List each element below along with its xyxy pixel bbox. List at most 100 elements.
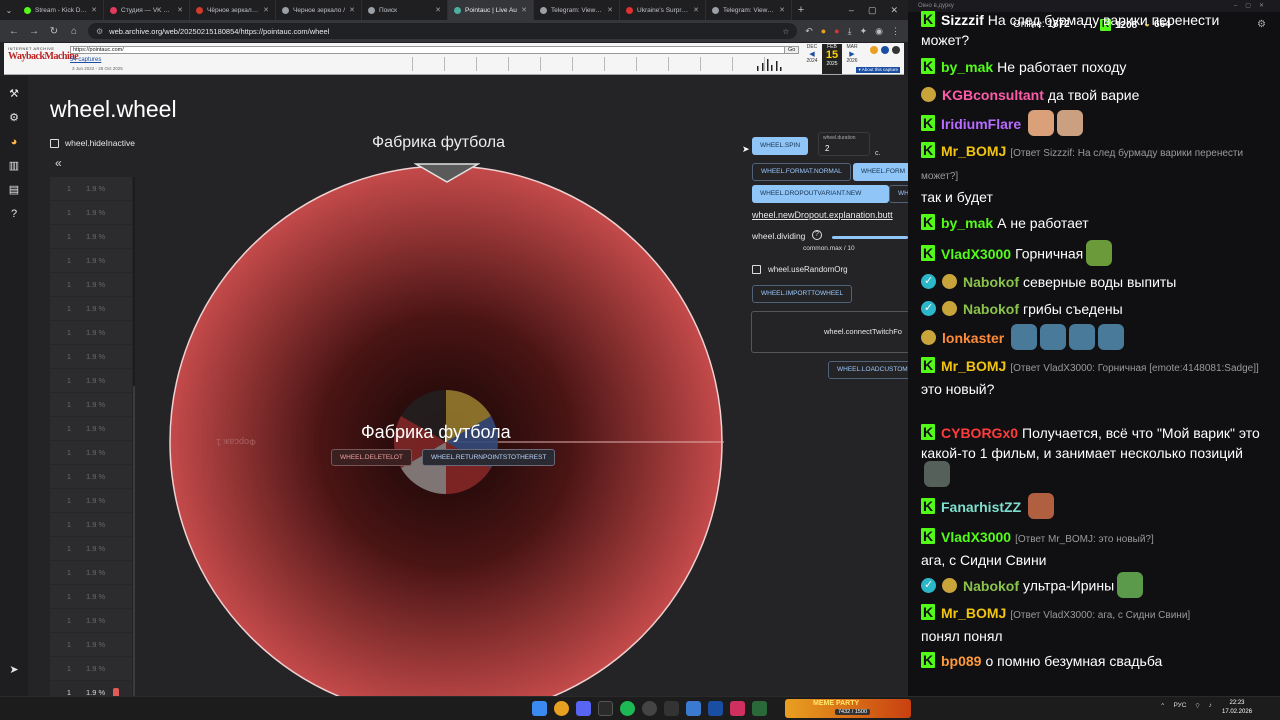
lot-row[interactable]: 1 1.9 % bbox=[50, 249, 132, 273]
extension-icon[interactable]: ● bbox=[821, 26, 826, 37]
telegram-icon[interactable]: ➤ bbox=[7, 662, 21, 678]
chat-username[interactable]: VladX3000 bbox=[941, 246, 1011, 262]
start-windows-icon[interactable] bbox=[532, 701, 547, 716]
forward-icon[interactable]: → bbox=[28, 26, 40, 37]
terminal-icon[interactable] bbox=[664, 701, 679, 716]
tab-close-icon[interactable]: ✕ bbox=[607, 6, 613, 14]
lot-row[interactable]: 1 1.9 % bbox=[50, 681, 132, 696]
meme-party-widget[interactable]: MEME PARTY 7432 / 1500 bbox=[785, 699, 911, 718]
chat-username[interactable]: Nabokof bbox=[963, 578, 1019, 594]
chat-username[interactable]: FanarhistZZ bbox=[941, 499, 1021, 515]
lot-row[interactable]: 1 1.9 % bbox=[50, 561, 132, 585]
chat-username[interactable]: bp089 bbox=[941, 653, 981, 669]
language-indicator[interactable]: РУС bbox=[1173, 702, 1186, 709]
browser-tab[interactable]: Pointauc | Live Au ✕ bbox=[448, 0, 534, 20]
random-org-toggle[interactable]: wheel.useRandomOrg bbox=[752, 265, 848, 274]
spin-button[interactable]: WHEEL.SPIN bbox=[752, 137, 809, 155]
lots-scrollbar[interactable] bbox=[133, 386, 135, 696]
return-points-button[interactable]: WHEEL.RETURNPOINTSTOTHEREST bbox=[422, 449, 556, 466]
tab-close-icon[interactable]: ✕ bbox=[349, 6, 355, 14]
profile-icon[interactable]: ◉ bbox=[875, 26, 883, 37]
menu-icon[interactable]: ⋮ bbox=[891, 26, 900, 37]
download-icon[interactable]: ⤓ bbox=[848, 26, 852, 37]
cal-prev-year[interactable]: 2024 bbox=[806, 58, 817, 64]
chat-username[interactable]: Nabokof bbox=[963, 301, 1019, 317]
address-bar[interactable]: ⚙ web.archive.org/web/20250215180854/htt… bbox=[88, 23, 798, 39]
bookmark-star-icon[interactable]: ☆ bbox=[782, 27, 789, 36]
wayback-logo[interactable]: INTERNET ARCHIVE WaybackMachine bbox=[8, 46, 79, 70]
chat-username[interactable]: lonkaster bbox=[942, 330, 1004, 346]
twitch-connect-box[interactable]: wheel.connectTwitchFo bbox=[751, 311, 908, 353]
settings-gear-icon[interactable]: ⚙ bbox=[7, 110, 21, 126]
random-org-checkbox[interactable] bbox=[752, 265, 761, 274]
app-icon-blue[interactable] bbox=[686, 701, 701, 716]
hide-inactive-checkbox[interactable] bbox=[50, 138, 59, 148]
format-other-button[interactable]: WHEEL.FORM bbox=[853, 163, 908, 181]
obs-icon[interactable] bbox=[642, 701, 657, 716]
auction-hammer-icon[interactable]: ⚒ bbox=[7, 86, 21, 102]
tab-close-icon[interactable]: ✕ bbox=[91, 6, 97, 14]
tray-chevron-icon[interactable]: ⌃ bbox=[1160, 702, 1165, 710]
lot-row[interactable]: 1 1.9 % bbox=[50, 465, 132, 489]
wayback-help-icon[interactable] bbox=[881, 46, 889, 54]
chat-username[interactable]: IridiumFlare bbox=[941, 116, 1021, 132]
chat-username[interactable]: VladX3000 bbox=[941, 529, 1011, 545]
chat-username[interactable]: Sizzzif bbox=[941, 12, 984, 28]
lot-row[interactable]: 1 1.9 % bbox=[50, 201, 132, 225]
dropout-other-button[interactable]: WH bbox=[889, 185, 908, 203]
spotify-icon[interactable] bbox=[620, 701, 635, 716]
lot-row[interactable]: 1 1.9 % bbox=[50, 177, 132, 201]
dividing-slider[interactable] bbox=[832, 236, 908, 239]
volume-icon[interactable]: ♪ bbox=[1209, 702, 1212, 709]
cal-prev-arrow-icon[interactable]: ◀ bbox=[809, 50, 814, 58]
wayback-url-input[interactable]: https://pointauc.com/ bbox=[70, 46, 798, 54]
reload-icon[interactable]: ↻ bbox=[48, 26, 60, 37]
wheel-nav-icon[interactable]: ◕ bbox=[7, 134, 21, 150]
dividing-help-icon[interactable]: ? bbox=[812, 230, 822, 240]
home-icon[interactable]: ⌂ bbox=[68, 26, 80, 37]
cal-next-arrow-icon[interactable]: ▶ bbox=[849, 50, 854, 58]
duration-value[interactable]: 2 bbox=[825, 144, 829, 153]
tab-close-icon[interactable]: ✕ bbox=[521, 6, 527, 14]
site-info-icon[interactable]: ⚙ bbox=[96, 27, 103, 36]
duration-field[interactable]: wheel.duration 2 bbox=[818, 132, 870, 156]
browser-tab[interactable]: Ukraine's Surprise ✕ bbox=[620, 0, 706, 20]
browser-tab[interactable]: Telegram: View @ ✕ bbox=[706, 0, 792, 20]
lot-row[interactable]: 1 1.9 % bbox=[50, 537, 132, 561]
lot-row[interactable]: 1 1.9 % bbox=[50, 441, 132, 465]
browser-tab[interactable]: Telegram: View @ ✕ bbox=[534, 0, 620, 20]
cal-next-year[interactable]: 2026 bbox=[846, 58, 857, 64]
tab-search-icon[interactable]: ⌄ bbox=[0, 6, 18, 15]
wayback-user-icon[interactable] bbox=[870, 46, 878, 54]
load-custom-button[interactable]: WHEEL.LOADCUSTOM bbox=[828, 361, 908, 379]
browser-tab[interactable]: Черное зеркало / ✕ bbox=[276, 0, 362, 20]
collapse-lots-button[interactable]: « bbox=[55, 156, 62, 170]
hide-inactive-toggle[interactable]: wheel.hideInactive bbox=[50, 138, 135, 148]
browser-tab[interactable]: Stream - Kick Dash ✕ bbox=[18, 0, 104, 20]
telegram-task-icon[interactable] bbox=[708, 701, 723, 716]
browser-tab[interactable]: Чёрное зеркало (с ✕ bbox=[190, 0, 276, 20]
format-normal-button[interactable]: WHEEL.FORMAT.NORMAL bbox=[752, 163, 851, 181]
chat-username[interactable]: Nabokof bbox=[963, 274, 1019, 290]
tab-close-icon[interactable]: ✕ bbox=[779, 6, 785, 14]
app-icon-green[interactable] bbox=[752, 701, 767, 716]
record-icon[interactable]: ● bbox=[834, 26, 839, 37]
close-window-button[interactable]: ✕ bbox=[890, 5, 898, 16]
chat-username[interactable]: KGBconsultant bbox=[942, 87, 1044, 103]
lot-row[interactable]: 1 1.9 % bbox=[50, 297, 132, 321]
chat-username[interactable]: by_mak bbox=[941, 59, 993, 75]
browser-tab[interactable]: Студия — VK Видео ✕ bbox=[104, 0, 190, 20]
new-tab-button[interactable]: + bbox=[792, 4, 810, 16]
chat-username[interactable]: Mr_BOMJ bbox=[941, 143, 1006, 159]
history-back-icon[interactable]: ↶ bbox=[805, 26, 813, 37]
dropout-new-button[interactable]: WHEEL.DROPOUTVARIANT.NEW bbox=[752, 185, 889, 203]
chrome-icon[interactable] bbox=[554, 701, 569, 716]
wayback-close-icon[interactable] bbox=[892, 46, 900, 54]
dropout-explanation-link[interactable]: wheel.newDropout.explanation.butt bbox=[752, 210, 893, 220]
back-icon[interactable]: ← bbox=[8, 26, 20, 37]
lot-row[interactable]: 1 1.9 % bbox=[50, 633, 132, 657]
minimize-button[interactable]: – bbox=[849, 5, 854, 16]
tab-close-icon[interactable]: ✕ bbox=[435, 6, 441, 14]
tab-close-icon[interactable]: ✕ bbox=[177, 6, 183, 14]
chat-username[interactable]: Mr_BOMJ bbox=[941, 358, 1006, 374]
